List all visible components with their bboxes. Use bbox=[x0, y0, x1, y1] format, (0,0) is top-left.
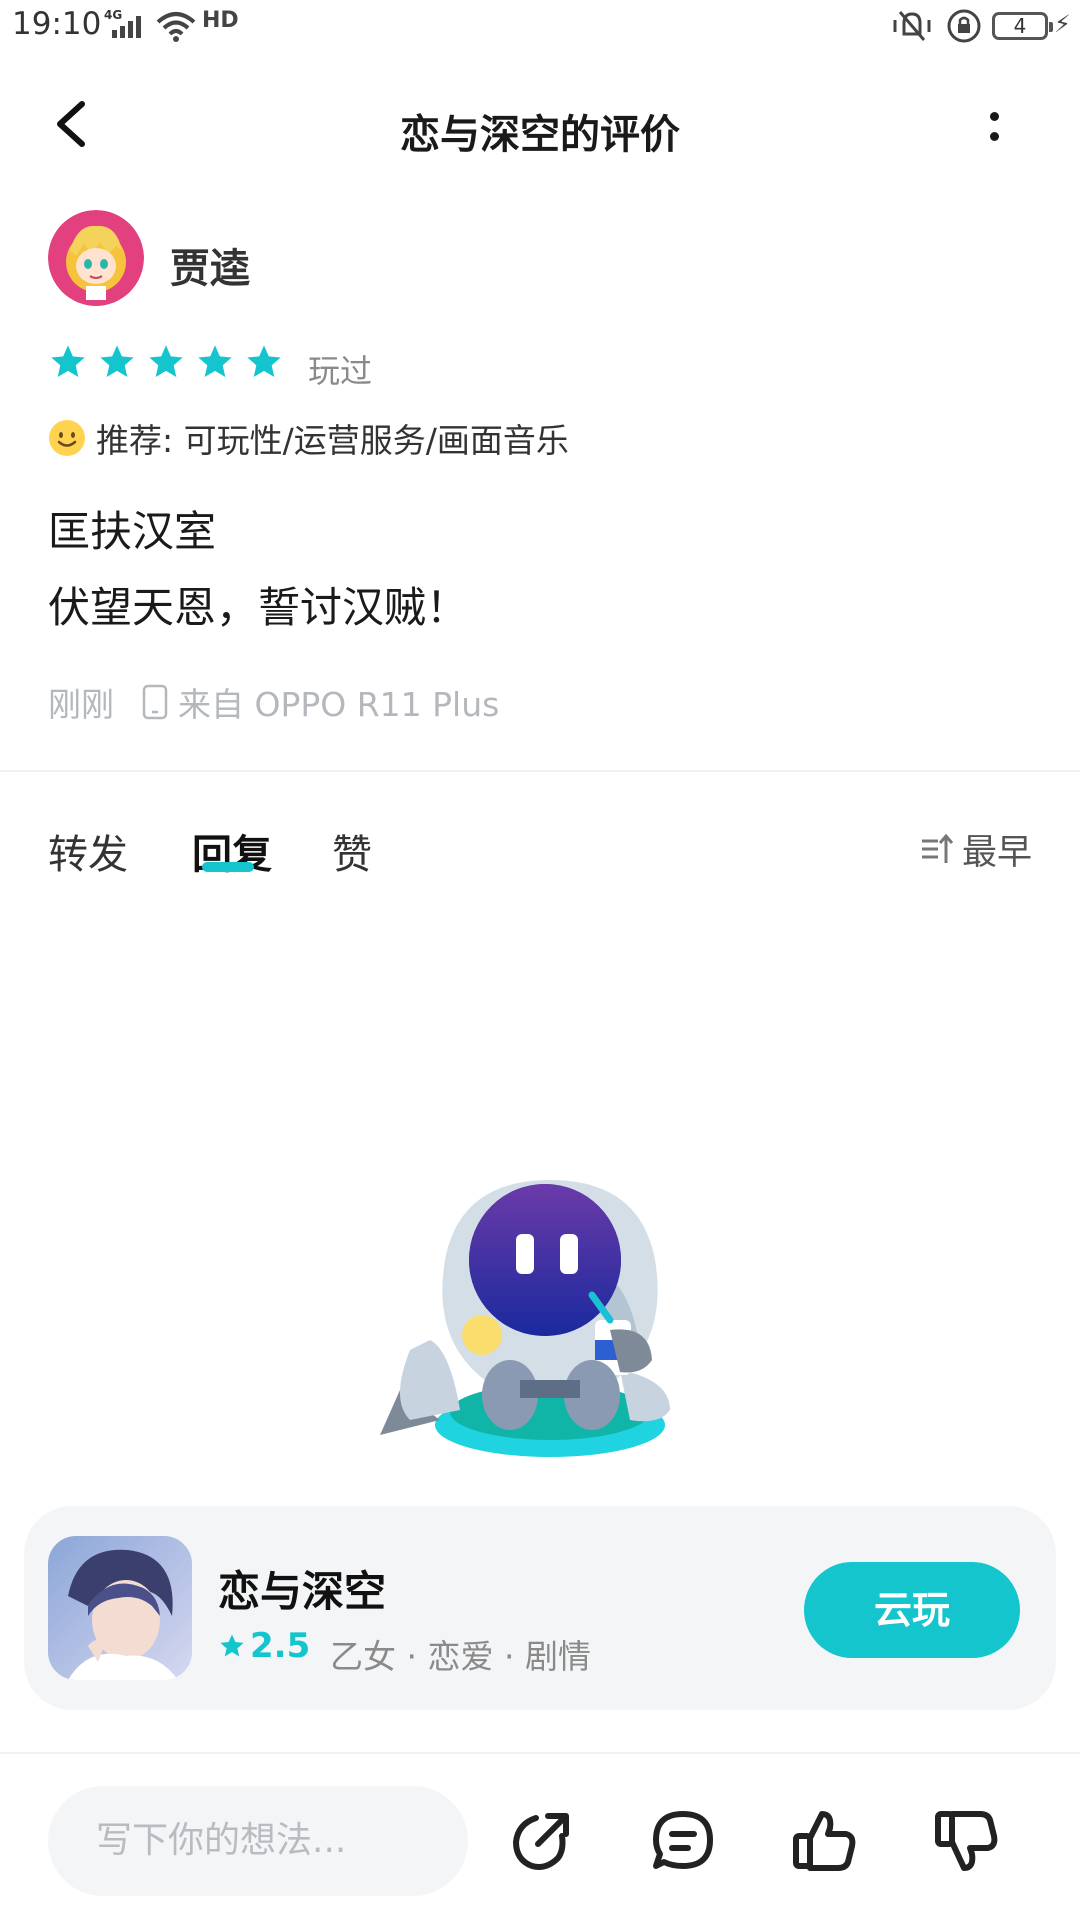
share-icon[interactable] bbox=[506, 1806, 576, 1876]
nav-bar: 恋与深空的评价 bbox=[0, 56, 1080, 196]
divider bbox=[0, 770, 1080, 772]
review-meta: 刚刚 来自 OPPO R11 Plus bbox=[48, 678, 499, 726]
phone-icon bbox=[142, 684, 168, 720]
review-content-line: 匡扶汉室 bbox=[48, 507, 217, 556]
review-content-line: 伏望天恩，誓讨汉贼！ bbox=[48, 583, 469, 632]
comment-icon[interactable] bbox=[648, 1806, 718, 1876]
star-icon bbox=[51, 345, 85, 377]
comment-input[interactable]: 写下你的想法... bbox=[48, 1786, 468, 1896]
vibrate-mute-icon bbox=[893, 11, 931, 41]
played-label: 玩过 bbox=[308, 352, 373, 390]
thumbs-down-icon[interactable] bbox=[932, 1806, 1002, 1876]
page-title: 恋与深空的评价 bbox=[400, 112, 680, 158]
sort-button[interactable]: 最早 bbox=[920, 824, 1032, 875]
recommend-text: 推荐: 可玩性/运营服务/画面音乐 bbox=[96, 421, 569, 460]
review-device: 来自 OPPO R11 Plus bbox=[178, 685, 500, 724]
hd-icon: HD bbox=[202, 8, 239, 33]
tab-forward[interactable]: 转发 bbox=[48, 822, 128, 880]
rating-stars bbox=[48, 342, 284, 382]
star-icon bbox=[220, 1634, 244, 1657]
game-rating: 2.5 bbox=[218, 1626, 310, 1666]
game-card[interactable]: 恋与深空 2.5 乙女 · 恋爱 · 剧情 云玩 bbox=[24, 1506, 1056, 1710]
sort-label: 最早 bbox=[962, 833, 1033, 873]
star-icon bbox=[198, 345, 232, 377]
avatar[interactable] bbox=[48, 210, 144, 306]
game-tags: 乙女 · 恋爱 · 剧情 bbox=[330, 1637, 591, 1676]
game-name[interactable]: 恋与深空 bbox=[218, 1558, 386, 1619]
battery-level: 4 bbox=[1013, 14, 1027, 38]
divider bbox=[0, 1752, 1080, 1754]
status-time: 19:10 bbox=[12, 6, 102, 42]
game-thumbnail[interactable] bbox=[48, 1536, 192, 1680]
star-icon bbox=[247, 345, 281, 377]
battery-icon: 4 bbox=[992, 12, 1053, 40]
wifi-icon bbox=[156, 12, 196, 42]
tab-like[interactable]: 赞 bbox=[332, 822, 372, 880]
signal-icon bbox=[112, 14, 141, 38]
sort-icon bbox=[922, 833, 954, 863]
charging-icon: ⚡ bbox=[1054, 10, 1071, 38]
smile-emoji-icon bbox=[49, 420, 85, 456]
tab-active-indicator bbox=[202, 862, 254, 872]
star-icon bbox=[149, 345, 183, 377]
more-vertical-icon[interactable] bbox=[972, 102, 1016, 152]
status-bar: 19:10 4G HD 4 ⚡ bbox=[0, 0, 1080, 56]
cloud-play-button[interactable]: 云玩 bbox=[804, 1562, 1020, 1658]
recommend-row: 推荐: 可玩性/运营服务/画面音乐 bbox=[48, 414, 569, 462]
thumbs-up-icon[interactable] bbox=[790, 1806, 860, 1876]
review-time: 刚刚 bbox=[48, 685, 114, 724]
game-rating-value: 2.5 bbox=[250, 1626, 311, 1666]
empty-state-robot-illustration bbox=[380, 1180, 670, 1457]
rotation-lock-icon bbox=[947, 9, 981, 43]
username[interactable]: 贾逵 bbox=[170, 236, 250, 294]
star-icon bbox=[100, 345, 134, 377]
